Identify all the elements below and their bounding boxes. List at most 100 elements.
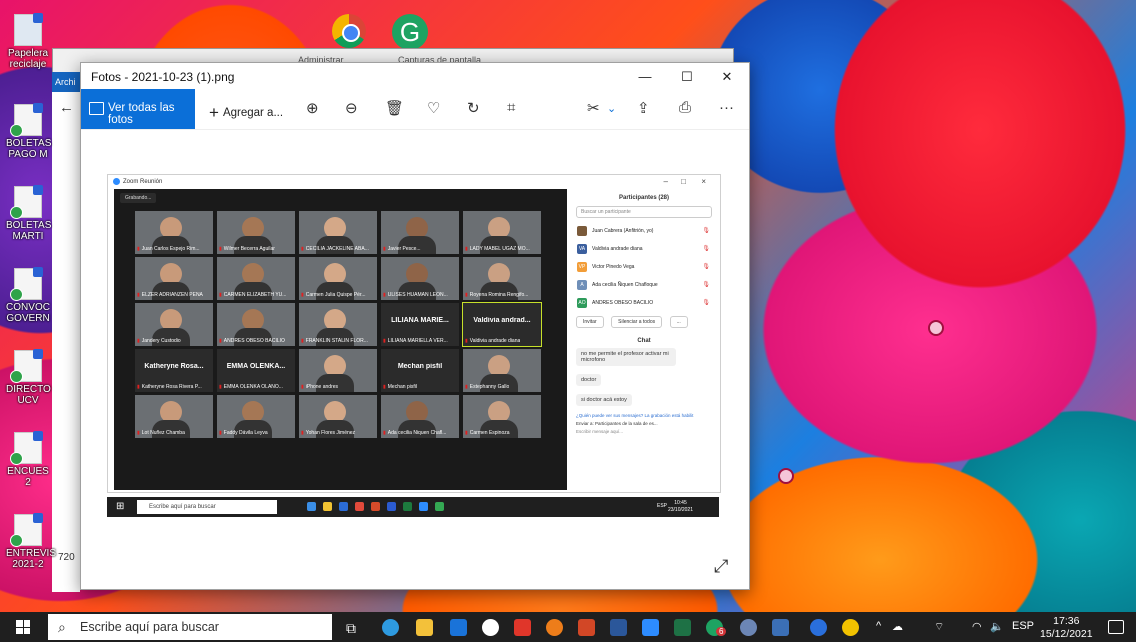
desktop-icon-recycle-bin[interactable]: Papelera reciclaje <box>6 13 50 70</box>
participant-tile: ELZER ADRIANZEN PEÑA <box>135 257 213 300</box>
participant-tile: Royena Romina Rengifo... <box>463 257 541 300</box>
excel-taskbar-icon[interactable] <box>674 619 691 636</box>
start-button[interactable] <box>16 620 30 634</box>
task-view-icon[interactable]: ⧉ <box>346 620 356 637</box>
chrome-taskbar-icon <box>435 502 444 511</box>
zoom-title-bar: Zoom Reunión – □ × <box>108 175 720 189</box>
close-button[interactable]: ✕ <box>707 67 747 87</box>
participant-name: Juan Cabrera (Anfitrión, yo) <box>592 228 654 234</box>
zoom-maximize-icon: □ <box>681 177 686 186</box>
participant-tile: LILIANA MARIE... LILIANA MARIELLA VER... <box>381 303 459 346</box>
send-to-row: Enviar a: Participantes de la sala de es… <box>576 421 658 426</box>
participant-tile: Javier Pesce... <box>381 211 459 254</box>
edge-taskbar-icon[interactable] <box>382 619 399 636</box>
participant-search: Buscar un participante <box>576 206 712 218</box>
participant-tile: Yohan Flores Jiménez <box>299 395 377 438</box>
share-icon[interactable]: ⇪ <box>637 99 650 117</box>
participant-tile: Jandery Custodio <box>135 303 213 346</box>
print-icon[interactable]: ⎙ <box>679 99 691 116</box>
desktop-icon-boletas-marti[interactable]: BOLETAS MARTI <box>6 185 51 242</box>
add-to-button[interactable]: + Agregar a... <box>209 101 283 122</box>
zoom-in-icon[interactable]: ⊕ <box>306 99 319 117</box>
title-bar: Fotos - 2021-10-23 (1).png — ☐ ✕ <box>81 63 749 89</box>
participant-tile: Faddy Dávila Leyva <box>217 395 295 438</box>
network-icon[interactable]: ⌔ <box>934 620 944 634</box>
powerpoint-taskbar-icon[interactable] <box>578 619 595 636</box>
desktop-icon-directo[interactable]: DIRECTO UCV <box>6 349 51 406</box>
tile-name-label: LILIANA MARIELLA VER... <box>383 338 448 344</box>
chrome-alt-icon[interactable] <box>546 619 563 636</box>
maximize-button[interactable]: ☐ <box>667 67 707 87</box>
tile-name-label: ANDRES OBESO BACILIO <box>219 338 285 344</box>
participant-tile: Lot Nuñez Chamba <box>135 395 213 438</box>
grammarly-icon[interactable]: G <box>392 14 428 50</box>
desktop-icon-entrevis[interactable]: ENTREVIS 2021-2 <box>6 513 56 570</box>
zoom-out-icon[interactable]: ⊖ <box>345 99 358 117</box>
tile-name-label: Carmen Julia Quispe Pér... <box>301 292 366 298</box>
chat-input: Escribir mensaje aquí... <box>576 429 624 434</box>
inner-search-box: Escribe aquí para buscar <box>137 500 277 514</box>
more-options-button[interactable]: ··· <box>719 99 734 116</box>
avatar: VP <box>577 262 587 272</box>
mail-taskbar-icon[interactable] <box>450 619 467 636</box>
chat-message: doctor <box>576 374 602 386</box>
participant-tile: Ada cecilia Ñiquen Chafl... <box>381 395 459 438</box>
file-explorer-icon[interactable] <box>416 619 433 636</box>
tile-name-label: ELZER ADRIANZEN PEÑA <box>137 292 203 298</box>
microphone-muted-icon: 🎙 <box>702 228 710 234</box>
search-icon: ⌕ <box>58 619 66 635</box>
help-icon[interactable] <box>810 619 827 636</box>
zoom-close-icon: × <box>701 177 706 186</box>
zoom-taskbar-icon[interactable] <box>642 619 659 636</box>
excel-icon <box>403 502 412 511</box>
delete-icon[interactable]: 🗑 <box>385 99 404 117</box>
back-arrow-icon[interactable]: ← <box>59 99 74 116</box>
language-indicator[interactable]: ESP <box>1012 620 1034 632</box>
rotate-icon[interactable]: ↻ <box>467 99 480 117</box>
tile-name-label: Ada cecilia Ñiquen Chafl... <box>383 430 447 436</box>
mute-all-button: Silenciar a todos <box>611 316 663 328</box>
inner-lang: ESP <box>656 503 667 509</box>
ribbon-archivo[interactable]: Archi <box>52 72 83 92</box>
expand-icon[interactable]: ⤢ <box>714 556 728 577</box>
crop-icon[interactable]: ⌗ <box>507 99 515 116</box>
participant-row: AO ANDRES OBESO BACILIO 🎙 <box>570 295 718 313</box>
show-hidden-icons[interactable]: ^ <box>876 620 881 632</box>
desktop-icon-boletas-pago[interactable]: BOLETAS PAGO M <box>6 103 51 160</box>
photos-taskbar-icon[interactable] <box>772 619 789 636</box>
edit-icon[interactable]: ✂ <box>587 99 600 117</box>
desktop-icon-convoc[interactable]: CONVOC GOVERN <box>6 267 50 324</box>
word-taskbar-icon[interactable] <box>610 619 627 636</box>
taskbar-search[interactable]: ⌕ Escribe aquí para buscar <box>48 614 332 640</box>
anydesk-icon[interactable] <box>514 619 531 636</box>
minimize-button[interactable]: — <box>625 67 665 87</box>
chevron-down-icon[interactable]: ⌄ <box>607 102 616 115</box>
participant-actions: Invitar Silenciar a todos ... <box>570 316 718 328</box>
tile-name-label: Javier Pesce... <box>383 246 421 252</box>
settings-taskbar-icon[interactable] <box>740 619 757 636</box>
see-all-photos-button[interactable]: Ver todas las fotos <box>81 89 195 129</box>
inner-clock: 10:45 23/10/2021 <box>667 500 693 513</box>
participant-tile: CARMEN ELIZABETH YU... <box>217 257 295 300</box>
desktop-icon-encues[interactable]: ENCUES 2 <box>6 431 50 488</box>
notification-center-icon[interactable] <box>1108 620 1124 634</box>
onedrive-icon[interactable]: ☁ <box>892 620 903 633</box>
wifi-icon[interactable]: ◠ <box>972 620 982 633</box>
microphone-muted-icon: 🎙 <box>702 282 710 288</box>
chrome-icon[interactable] <box>332 14 366 48</box>
zoom-minimize-icon: – <box>663 177 668 186</box>
app-circle-icon[interactable] <box>482 619 499 636</box>
tile-display-name: Katheryne Rosa... <box>144 363 204 370</box>
norton-icon[interactable] <box>842 619 859 636</box>
powerpoint-icon <box>371 502 380 511</box>
recording-indicator: Grabando... <box>120 193 157 203</box>
volume-icon[interactable]: 🔈 <box>990 620 1004 633</box>
tile-name-label: LADY MABEL UGAZ MO... <box>465 246 530 252</box>
favorite-icon[interactable]: ♡ <box>427 99 440 117</box>
participant-row: A Ada cecilia Ñiquen Chafloque 🎙 <box>570 277 718 295</box>
participant-tile: Estephanny Gallo <box>463 349 541 392</box>
system-clock[interactable]: 17:36 15/12/2021 <box>1040 615 1093 641</box>
tile-name-label: iPhone andres <box>301 384 338 390</box>
tile-name-label: FRANKLIN STALIN FLOR... <box>301 338 368 344</box>
participant-tile: Wilmer Becerra Aguilar <box>217 211 295 254</box>
